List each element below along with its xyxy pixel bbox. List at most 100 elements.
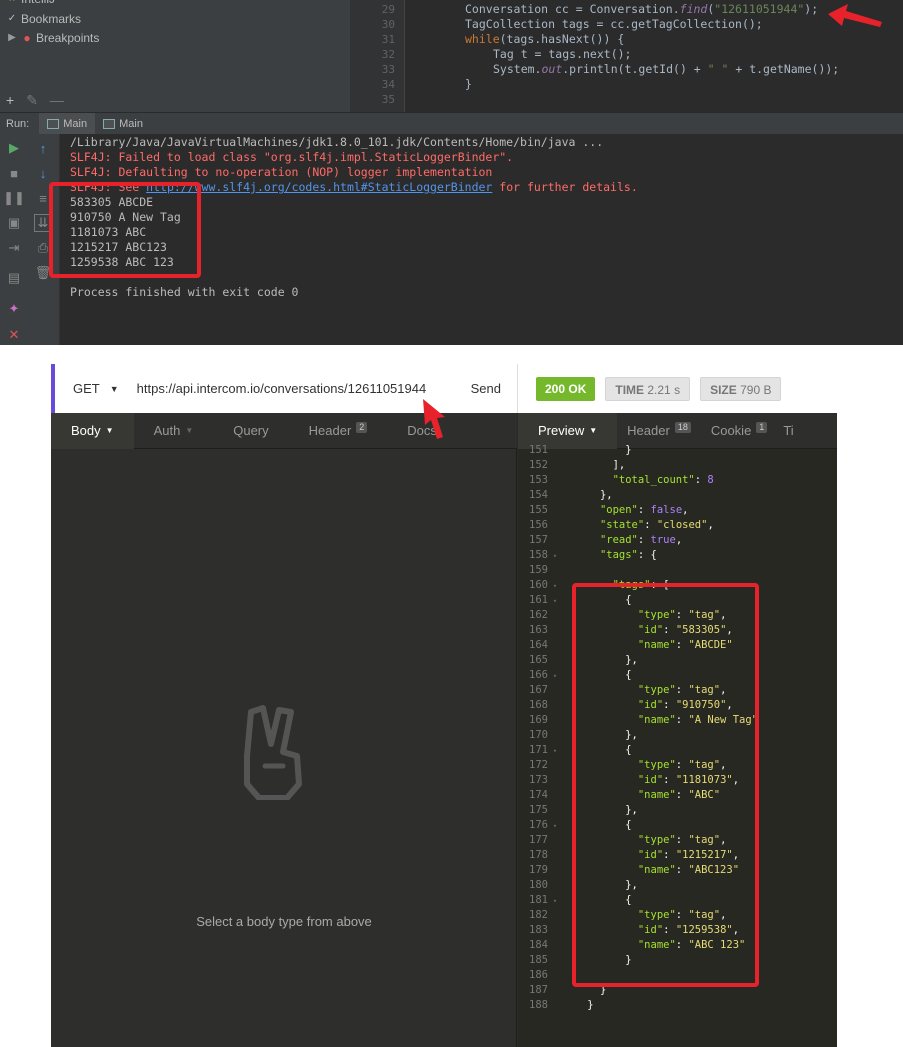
json-line-number: 174 [529, 789, 548, 801]
json-line-number: 166 [529, 669, 548, 681]
peace-hand-icon [244, 705, 302, 800]
code-line: Tag t = tags.next(); [493, 47, 632, 61]
json-line-number: 158 [529, 549, 548, 561]
line-number: 30 [381, 18, 395, 31]
exit-icon[interactable]: ⇥ [5, 239, 23, 257]
tree-item-intellij[interactable]: ★ IntelliJ [6, 0, 56, 8]
json-line-number: 153 [529, 474, 548, 486]
url-input[interactable]: https://api.intercom.io/conversations/12… [137, 381, 427, 396]
check-icon: ✓ [7, 13, 17, 24]
method-dropdown[interactable]: GET ▼ [73, 381, 119, 396]
json-line: 153 "total_count": 8 [518, 473, 837, 488]
json-line-number: 171 [529, 744, 548, 756]
chevron-down-icon: ▼ [185, 425, 194, 435]
tree-item-label: Bookmarks [21, 12, 82, 26]
json-token: }, [599, 489, 613, 501]
run-tab-main[interactable]: Main [39, 112, 96, 135]
tab-header[interactable]: Header 2 [289, 413, 388, 449]
project-tree: ★ IntelliJ ✓ Bookmarks ▶ ● Breakpoints +… [0, 0, 350, 112]
json-line-number: 167 [529, 684, 548, 696]
json-token: "state" [599, 519, 645, 531]
code-text: + t.getName()); [728, 62, 840, 76]
json-line-number: 172 [529, 759, 548, 771]
star-icon: ★ [6, 0, 18, 8]
tree-item-breakpoints[interactable]: ▶ ● Breakpoints [6, 29, 99, 47]
remove-icon[interactable]: — [50, 92, 64, 108]
json-line-number: 177 [529, 834, 548, 846]
tab-query[interactable]: Query [213, 413, 288, 449]
code-line: TagCollection tags = cc.getTagCollection… [465, 17, 763, 31]
json-line-number: 182 [529, 909, 548, 921]
code-line: while(tags.hasNext()) { [465, 32, 624, 47]
fold-arrow-icon[interactable]: ▾ [548, 819, 562, 834]
json-line-number: 184 [529, 939, 548, 951]
line-number: 34 [381, 78, 395, 91]
ide-window: ★ IntelliJ ✓ Bookmarks ▶ ● Breakpoints +… [0, 0, 903, 345]
json-token: false [650, 504, 683, 516]
tab-label: Body [71, 422, 101, 438]
fold-arrow-icon[interactable]: ▾ [548, 744, 562, 759]
json-line-number: 175 [529, 804, 548, 816]
expand-arrow-icon: ▶ [8, 32, 16, 43]
camera-icon[interactable]: ▣ [5, 214, 23, 232]
json-token: "tags" [599, 549, 638, 561]
time-label: TIME [615, 382, 645, 397]
pause-icon[interactable]: ❚❚ [3, 189, 25, 207]
console-tab-icon [103, 118, 116, 129]
json-line: 152 ], [518, 458, 837, 473]
tree-item-bookmarks[interactable]: ✓ Bookmarks [6, 10, 81, 28]
json-token: : [694, 474, 708, 486]
scroll-up-icon[interactable]: ↑ [34, 139, 52, 157]
json-token: : [637, 534, 651, 546]
json-line: 188 } [518, 998, 837, 1013]
fold-arrow-icon[interactable]: ▾ [548, 894, 562, 909]
fold-arrow-icon[interactable]: ▾ [548, 579, 562, 594]
console-line: /Library/Java/JavaVirtualMachines/jdk1.8… [70, 135, 604, 149]
breakpoint-dot-icon: ● [23, 31, 31, 45]
pin-icon[interactable]: ✦ [5, 300, 23, 318]
json-line-number: 173 [529, 774, 548, 786]
tree-item-label: Breakpoints [36, 31, 100, 45]
json-token: , [675, 534, 683, 546]
layout-icon[interactable]: ▤ [5, 269, 23, 287]
json-token: , [707, 519, 714, 531]
json-line: 156 "state": "closed", [518, 518, 837, 533]
run-tab-label: Main [63, 117, 88, 130]
json-line-number: 181 [529, 894, 548, 906]
run-tab-main-2[interactable]: Main [95, 113, 151, 135]
json-token: "total_count" [612, 474, 695, 486]
annotation-arrow-icon [828, 4, 882, 27]
line-number: 33 [381, 63, 395, 76]
close-icon[interactable]: ✕ [5, 326, 23, 344]
count-badge: 1 [756, 421, 768, 433]
scroll-down-icon[interactable]: ↓ [34, 164, 52, 182]
add-icon[interactable]: + [6, 92, 14, 108]
fold-arrow-icon[interactable]: ▾ [548, 594, 562, 609]
tab-label: Header [308, 422, 352, 438]
json-line-number: 178 [529, 849, 548, 861]
tab-body[interactable]: Body ▼ [51, 412, 134, 449]
line-number: 35 [381, 93, 395, 106]
highlight-box-json-tags [572, 583, 759, 987]
status-badge: 200 OK [536, 376, 596, 401]
size-label: SIZE [710, 382, 737, 397]
json-line-number: 152 [529, 459, 548, 471]
rerun-icon[interactable]: ▶ [5, 139, 23, 157]
stop-icon[interactable]: ■ [5, 164, 23, 182]
count-badge: 18 [674, 421, 691, 433]
tab-auth[interactable]: Auth ▼ [134, 413, 214, 449]
send-button[interactable]: Send [471, 364, 501, 413]
json-token: : { [637, 549, 657, 561]
fold-arrow-icon[interactable]: ▾ [548, 669, 562, 684]
edit-icon[interactable]: ✎ [26, 92, 38, 109]
code-text: find [679, 2, 708, 16]
json-line-number: 162 [529, 609, 548, 621]
json-token: true [650, 534, 676, 546]
chevron-down-icon: ▼ [105, 425, 114, 435]
fold-arrow-icon[interactable]: ▾ [548, 549, 562, 564]
